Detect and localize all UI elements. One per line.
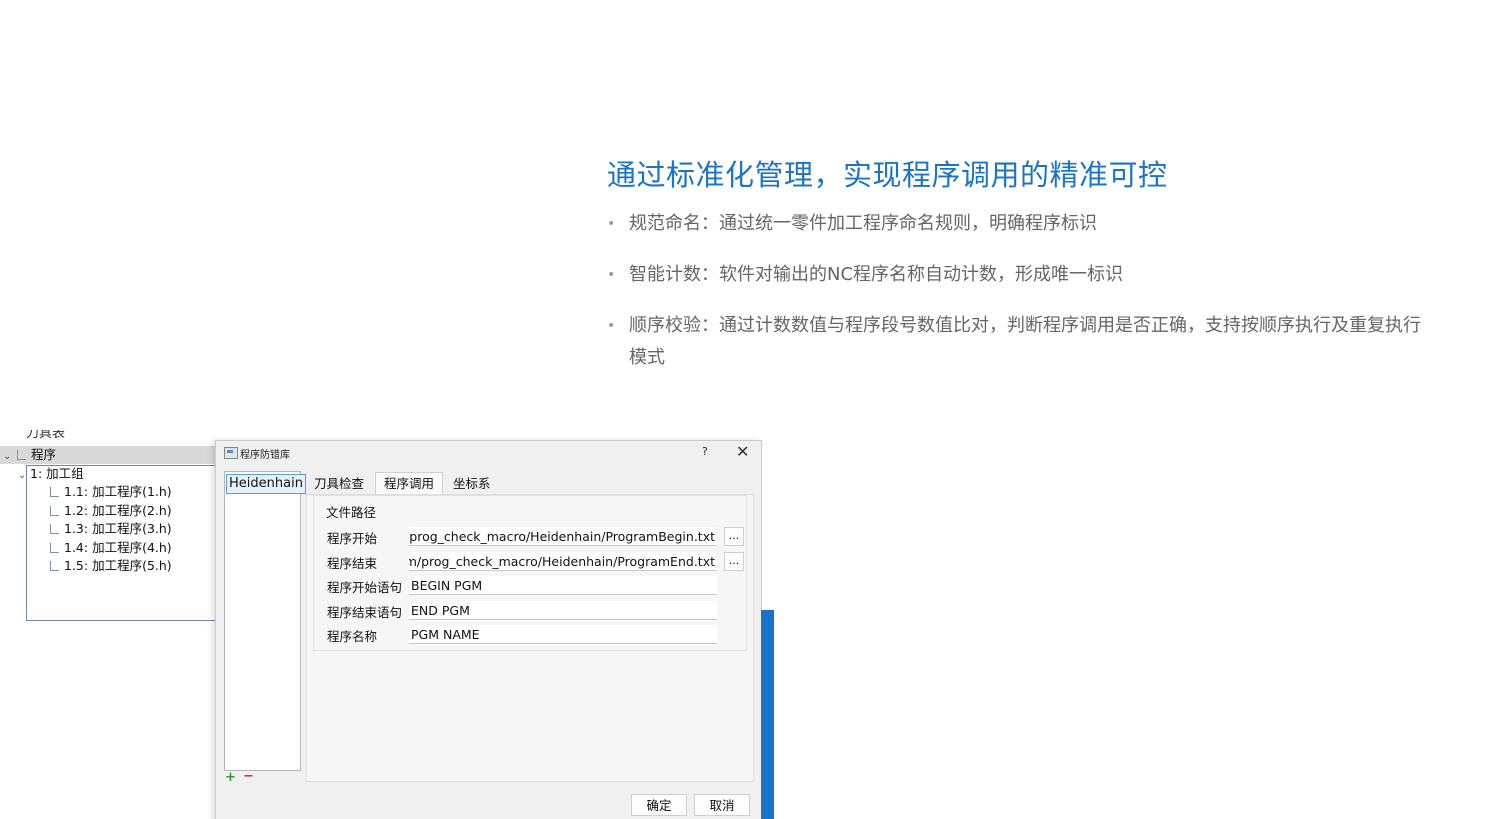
feature-text: 智能计数：软件对输出的NC程序名称自动计数，形成唯一标识: [629, 264, 1124, 285]
tree-node-item[interactable]: 1.1: 加工程序(1.h): [50, 483, 172, 501]
tree-node-label: 1.4: 加工程序(4.h): [64, 540, 172, 555]
browse-begin-button[interactable]: ...: [724, 527, 744, 546]
tree-node-label: 1.2: 加工程序(2.h): [64, 503, 172, 518]
program-file-icon: [50, 487, 59, 497]
tree-cut-label: 刀具表: [26, 430, 66, 440]
end-statement-input[interactable]: END PGM: [409, 601, 717, 620]
field-label: 程序开始语句: [327, 580, 403, 595]
headline: 通过标准化管理，实现程序调用的精准可控: [607, 158, 1168, 192]
feature-item: • 顺序校验：通过计数数值与程序段号数值比对，判断程序调用是否正确，支持按顺序执…: [607, 310, 1427, 374]
dialog-titlebar[interactable]: 程序防错库 ? ✕: [216, 441, 761, 465]
bullet-dot-icon: •: [607, 267, 616, 283]
tab-program-call[interactable]: 程序调用: [375, 472, 444, 496]
tab-panel-program-call: 文件路径 程序开始 /prog_check_macro/Heidenhain/P…: [306, 494, 754, 782]
add-icon[interactable]: +: [225, 770, 236, 785]
tree-node-item[interactable]: 1.4: 加工程序(4.h): [50, 539, 172, 557]
begin-statement-input[interactable]: BEGIN PGM: [409, 576, 717, 595]
tree-node-item[interactable]: 1.3: 加工程序(3.h): [50, 520, 172, 538]
bullet-dot-icon: •: [607, 216, 616, 232]
browse-end-button[interactable]: ...: [724, 552, 744, 571]
dialog-title: 程序防错库: [240, 450, 290, 461]
controller-list[interactable]: Heidenhain: [224, 471, 306, 771]
tab-coordinate-system[interactable]: 坐标系: [445, 473, 499, 494]
program-end-path-input[interactable]: am/prog_check_macro/Heidenhain/ProgramEn…: [409, 552, 717, 571]
folder-icon: [17, 450, 26, 460]
program-check-dialog: 程序防错库 ? ✕ Heidenhain + − 刀具检查 程序调用 坐标系 文…: [215, 440, 762, 819]
remove-icon[interactable]: −: [243, 769, 254, 784]
program-file-icon: [50, 506, 59, 516]
close-icon[interactable]: ✕: [736, 442, 749, 461]
program-file-icon: [50, 524, 59, 534]
field-label: 程序结束: [327, 556, 378, 571]
tab-tool-check[interactable]: 刀具检查: [306, 473, 372, 494]
help-button[interactable]: ?: [702, 445, 708, 458]
list-item[interactable]: Heidenhain: [226, 474, 306, 494]
tree-node-label: 1.1: 加工程序(1.h): [64, 484, 172, 499]
program-file-icon: [50, 543, 59, 553]
field-label: 程序结束语句: [327, 605, 403, 620]
tree-node-group[interactable]: ⌄ 1: 加工组: [18, 465, 460, 621]
tree-node-label: 1.5: 加工程序(5.h): [64, 558, 172, 573]
feature-item: • 规范命名：通过统一零件加工程序命名规则，明确程序标识: [607, 208, 1427, 240]
chevron-down-icon[interactable]: ⌄: [3, 448, 15, 466]
decorative-blue-bar: [761, 610, 774, 819]
group-title: 文件路径: [326, 505, 377, 520]
field-label: 程序开始: [327, 531, 378, 546]
program-name-input[interactable]: PGM NAME: [409, 625, 717, 644]
cancel-button[interactable]: 取消: [694, 794, 750, 816]
feature-text: 规范命名：通过统一零件加工程序命名规则，明确程序标识: [629, 213, 1097, 234]
tree-node-label: 1.3: 加工程序(3.h): [64, 521, 172, 536]
ok-button[interactable]: 确定: [631, 794, 687, 816]
program-begin-path-input[interactable]: /prog_check_macro/Heidenhain/ProgramBegi…: [409, 527, 717, 546]
file-path-group: 文件路径 程序开始 /prog_check_macro/Heidenhain/P…: [313, 495, 747, 651]
app-icon: [224, 447, 238, 459]
feature-item: • 智能计数：软件对输出的NC程序名称自动计数，形成唯一标识: [607, 259, 1427, 291]
tree-node-label: 程序: [31, 447, 57, 462]
feature-text: 顺序校验：通过计数数值与程序段号数值比对，判断程序调用是否正确，支持按顺序执行及…: [629, 315, 1421, 368]
program-tree: 刀具表 ⌄ 程序 ⌄ 1: 加工组 1.1: 加工程序(1.h) 1.2: 加工程序…: [0, 430, 460, 819]
tree-node-root[interactable]: ⌄ 程序: [0, 446, 216, 464]
feature-list: • 规范命名：通过统一零件加工程序命名规则，明确程序标识 • 智能计数：软件对输…: [607, 208, 1427, 393]
tree-node-item[interactable]: 1.5: 加工程序(5.h): [50, 557, 172, 575]
field-label: 程序名称: [327, 629, 378, 644]
bullet-dot-icon: •: [607, 318, 616, 334]
page: 通过标准化管理，实现程序调用的精准可控 • 规范命名：通过统一零件加工程序命名规…: [0, 0, 1503, 819]
tree-node-item[interactable]: 1.2: 加工程序(2.h): [50, 502, 172, 520]
program-file-icon: [50, 561, 59, 571]
